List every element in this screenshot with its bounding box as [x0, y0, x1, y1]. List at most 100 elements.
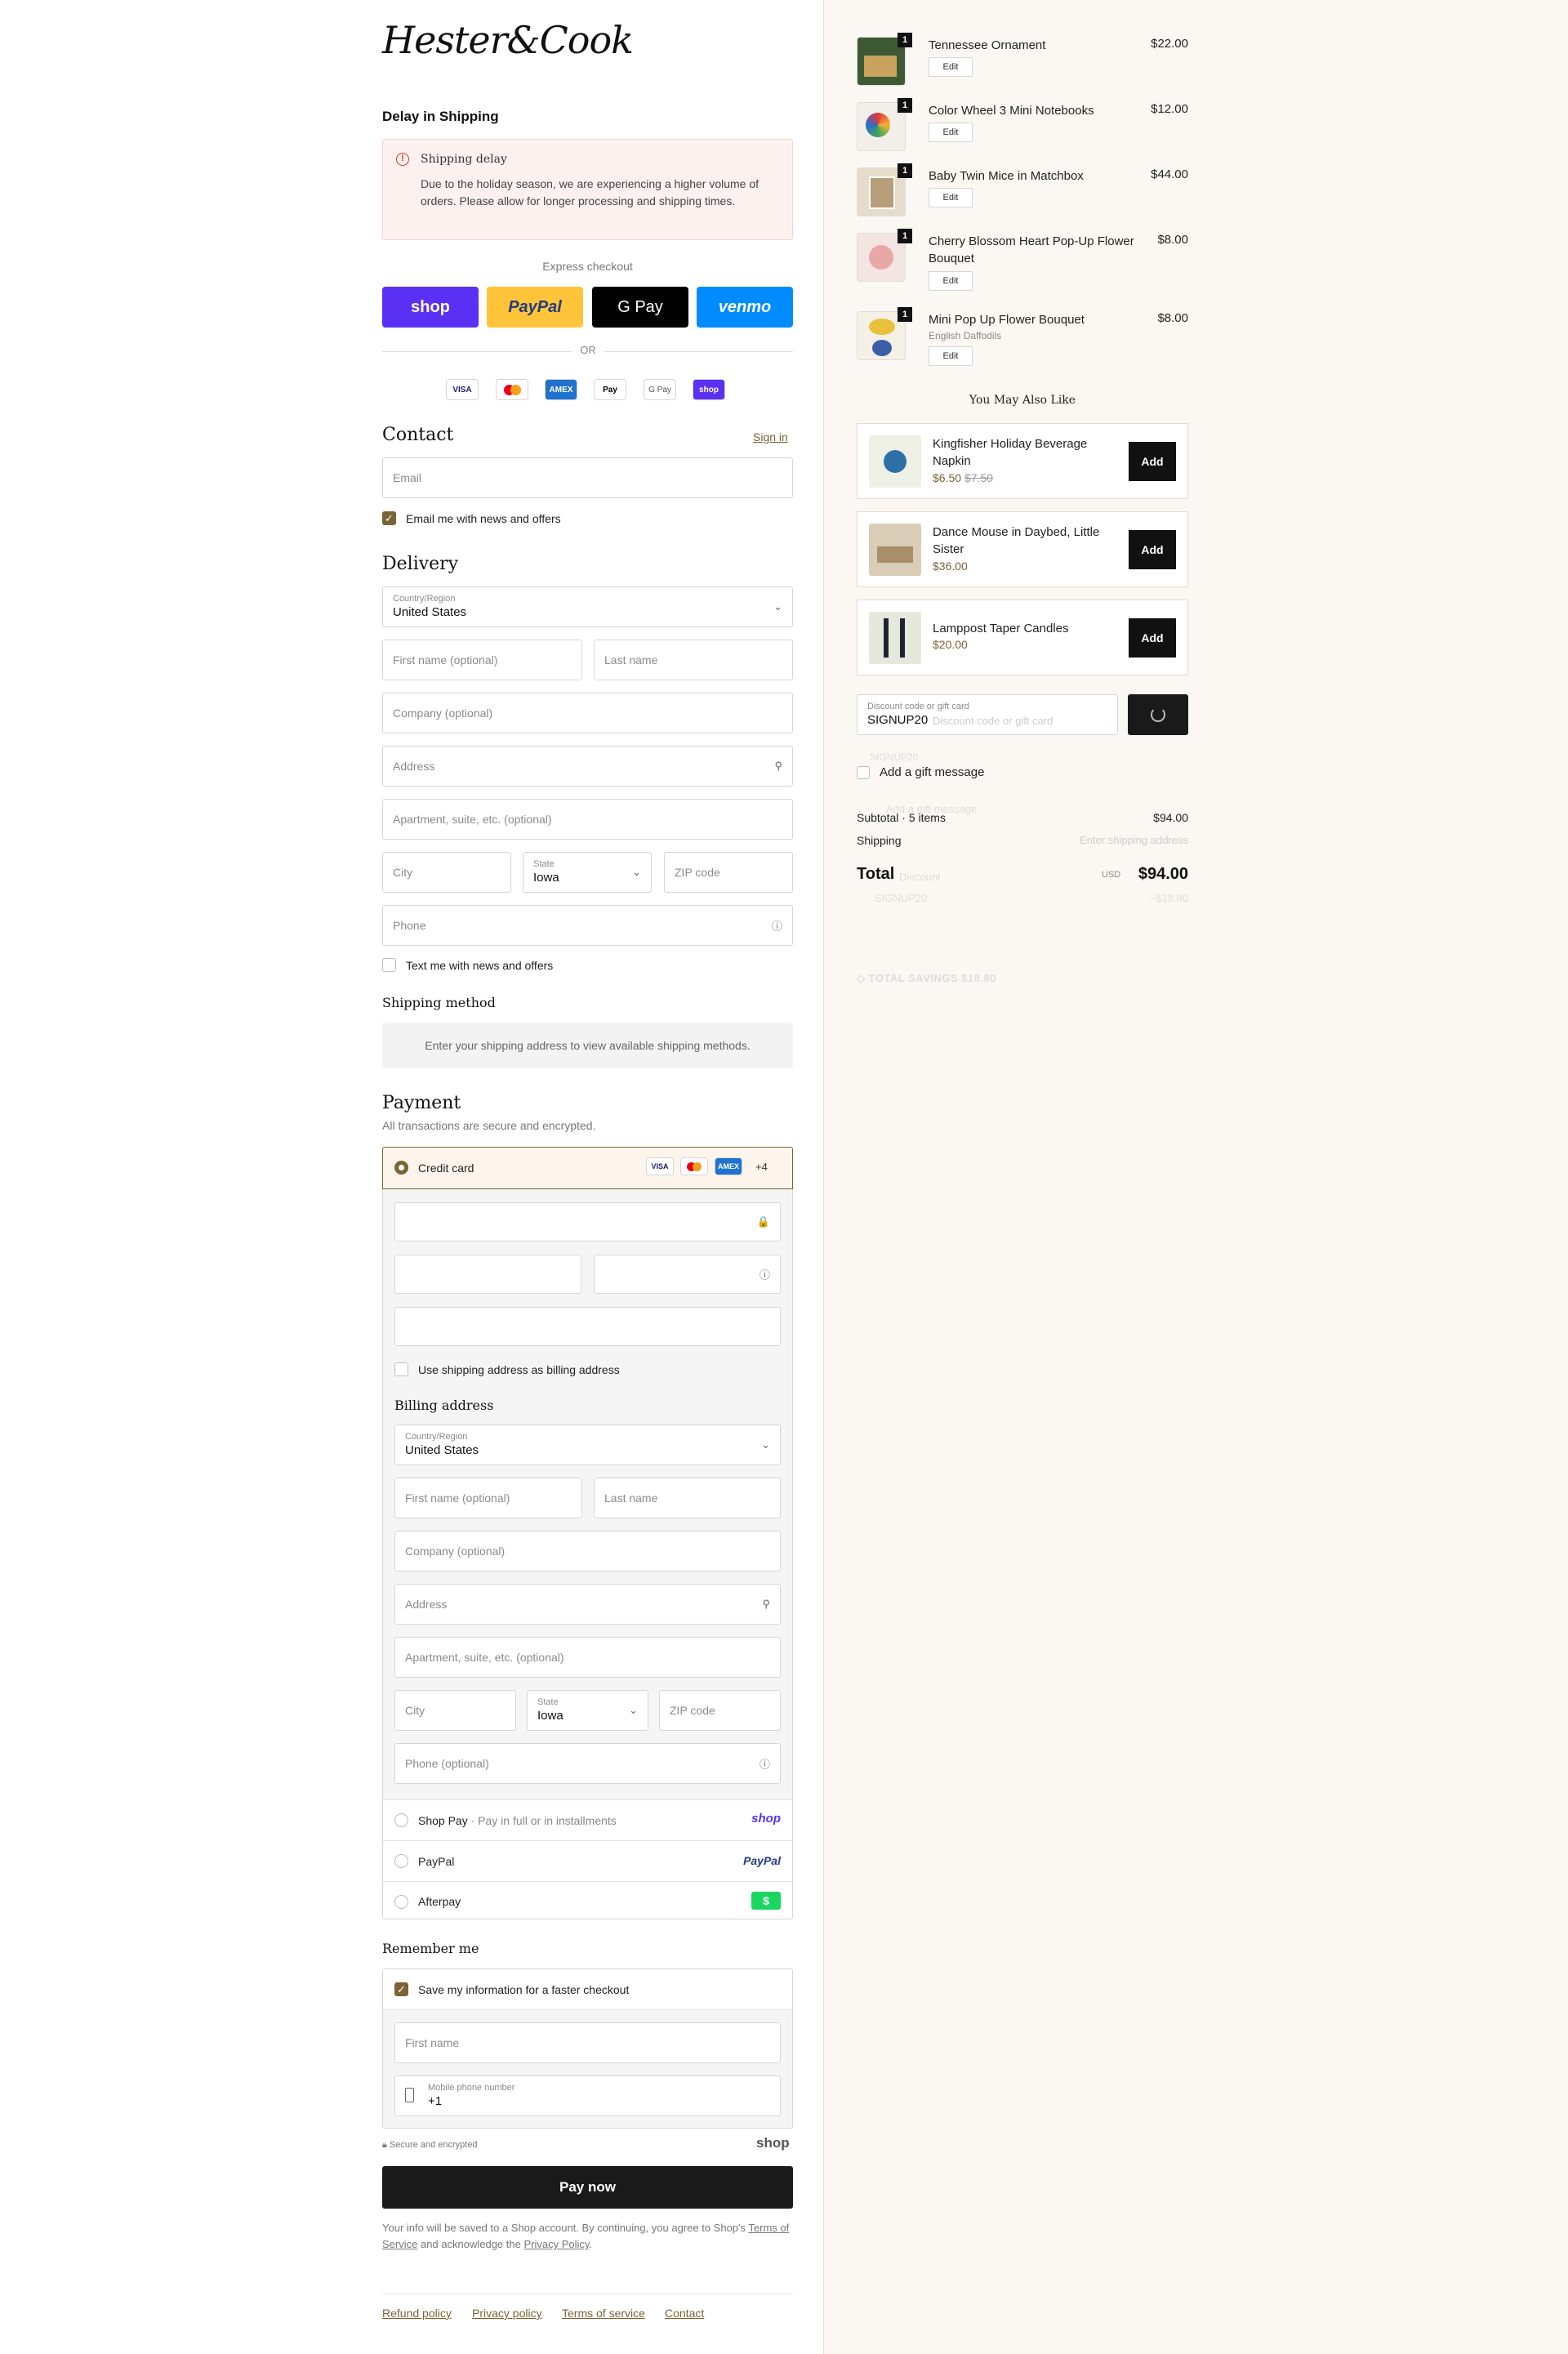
google-pay-button[interactable]: G Pay — [592, 287, 688, 328]
expiry-field[interactable] — [394, 1255, 581, 1294]
billing-apartment-field[interactable]: Apartment, suite, etc. (optional) — [394, 1637, 781, 1678]
name-on-card-field[interactable] — [394, 1307, 781, 1346]
email-field[interactable]: Email — [382, 457, 793, 498]
last-name-field[interactable]: Last name — [594, 640, 793, 680]
shipping-value: Enter shipping address — [1080, 834, 1188, 846]
afterpay-label: Afterpay — [418, 1895, 461, 1908]
privacy-link[interactable]: Privacy Policy — [523, 2238, 589, 2250]
privacy-policy-link[interactable]: Privacy policy — [472, 2307, 542, 2320]
afterpay-radio[interactable] — [394, 1895, 408, 1909]
use-shipping-checkbox[interactable] — [394, 1362, 408, 1376]
refund-policy-link[interactable]: Refund policy — [382, 2307, 452, 2320]
cart-item: 1 Tennessee Ornament $22.00 Edit — [857, 33, 1188, 98]
brand-logo[interactable]: Hester&Cook — [382, 18, 634, 62]
country-select[interactable]: Country/Region United States ⌄ — [382, 586, 793, 627]
state-select[interactable]: State Iowa ⌄ — [523, 852, 652, 893]
ghost-amount: −$18.80 — [1149, 892, 1188, 904]
visa-icon: VISA — [646, 1157, 674, 1175]
remember-first-name-field[interactable]: First name — [394, 2022, 781, 2063]
edit-button[interactable]: Edit — [929, 271, 973, 291]
first-name-field[interactable]: First name (optional) — [382, 640, 582, 680]
spinner-icon — [1151, 707, 1165, 722]
contact-link[interactable]: Contact — [665, 2307, 704, 2320]
credit-card-radio[interactable] — [394, 1161, 408, 1175]
quantity-badge: 1 — [898, 98, 912, 113]
billing-last-name-field[interactable]: Last name — [594, 1478, 781, 1518]
ghost-discount-tag: SIGNUP20 — [870, 751, 919, 763]
edit-button[interactable]: Edit — [929, 57, 973, 77]
apartment-field[interactable]: Apartment, suite, etc. (optional) — [382, 799, 793, 840]
billing-country-select[interactable]: Country/Region United States ⌄ — [394, 1424, 781, 1465]
text-me-label: Text me with news and offers — [406, 959, 554, 972]
chevron-down-icon: ⌄ — [761, 1438, 770, 1451]
discount-code-field[interactable]: Discount code or gift card SIGNUP20 Disc… — [857, 694, 1118, 735]
item-price: $44.00 — [1151, 167, 1188, 181]
order-summary-column: 1 Tennessee Ornament $22.00 Edit 1 Color… — [823, 0, 1568, 2354]
edit-button[interactable]: Edit — [929, 346, 973, 366]
paypal-radio[interactable] — [394, 1854, 408, 1868]
help-icon: ⓘ — [759, 1758, 770, 1771]
shop-pay-radio[interactable] — [394, 1813, 408, 1827]
currency-label: USD — [1102, 870, 1121, 880]
add-button[interactable]: Add — [1129, 530, 1176, 569]
gift-message-checkbox[interactable] — [857, 766, 870, 779]
mobile-phone-field[interactable]: Mobile phone number +1 — [394, 2075, 781, 2116]
paypal-button[interactable]: PayPal — [487, 287, 583, 328]
add-button[interactable]: Add — [1129, 442, 1176, 481]
remember-me-box: ✓ Save my information for a faster check… — [382, 1968, 793, 2129]
chevron-down-icon: ⌄ — [632, 866, 641, 878]
chevron-down-icon: ⌄ — [629, 1704, 638, 1716]
shop-pay-option[interactable]: Shop Pay · Pay in full or in installment… — [383, 1799, 792, 1840]
security-code-field[interactable]: ⓘ — [594, 1255, 781, 1294]
cart-item: 1 Mini Pop Up Flower Bouquet English Daf… — [857, 307, 1188, 384]
city-field[interactable]: City — [382, 852, 511, 893]
contact-title: Contact — [382, 425, 454, 445]
remember-me-title: Remember me — [382, 1941, 479, 1956]
cart-items: 1 Tennessee Ornament $22.00 Edit 1 Color… — [857, 33, 1188, 384]
more-cards-count: +4 — [755, 1161, 768, 1173]
save-info-checkbox[interactable]: ✓ — [394, 1982, 408, 1996]
afterpay-option[interactable]: Afterpay $ — [383, 1881, 792, 1920]
newsletter-checkbox[interactable]: ✓ — [382, 511, 396, 525]
billing-phone-field[interactable]: Phone (optional) ⓘ — [394, 1743, 781, 1784]
address-field[interactable]: Address ⚲ — [382, 746, 793, 787]
billing-address-field[interactable]: Address ⚲ — [394, 1584, 781, 1625]
terms-of-service-link[interactable]: Terms of service — [562, 2307, 645, 2320]
shipping-method-title: Shipping method — [382, 995, 496, 1010]
card-number-field[interactable]: 🔒 — [394, 1202, 781, 1242]
paypal-option[interactable]: PayPal PayPal — [383, 1840, 792, 1881]
shop-pay-button[interactable]: shop — [382, 287, 479, 328]
checkout-form-column: Hester&Cook Delay in Shipping ! Shipping… — [0, 0, 823, 2354]
edit-button[interactable]: Edit — [929, 123, 973, 142]
upsell-price: $6.50 $7.50 — [933, 471, 993, 484]
billing-state-select[interactable]: State Iowa ⌄ — [527, 1690, 648, 1731]
apply-discount-button[interactable] — [1128, 694, 1188, 735]
edit-button[interactable]: Edit — [929, 188, 973, 207]
shipping-delay-banner: ! Shipping delay Due to the holiday seas… — [382, 139, 793, 240]
upsell-title: You May Also Like — [969, 394, 1076, 407]
upsell-name: Kingfisher Holiday Beverage Napkin — [933, 437, 1088, 468]
credit-card-form: 🔒 ⓘ Use shipping address as billing addr… — [383, 1189, 792, 1799]
text-me-checkbox[interactable] — [382, 958, 396, 972]
billing-zip-field[interactable]: ZIP code — [659, 1690, 781, 1731]
credit-card-label: Credit card — [418, 1161, 474, 1175]
billing-company-field[interactable]: Company (optional) — [394, 1531, 781, 1572]
item-price: $22.00 — [1151, 37, 1188, 51]
shop-pay-label: Shop Pay · Pay in full or in installment… — [418, 1814, 617, 1827]
sign-in-link[interactable]: Sign in — [753, 430, 788, 444]
add-button[interactable]: Add — [1129, 618, 1176, 658]
shop-logo: shop — [756, 2135, 790, 2151]
help-icon: ⓘ — [759, 1268, 770, 1282]
zip-field[interactable]: ZIP code — [664, 852, 793, 893]
company-field[interactable]: Company (optional) — [382, 693, 793, 733]
billing-first-name-field[interactable]: First name (optional) — [394, 1478, 582, 1518]
shipping-label: Shipping — [857, 834, 902, 847]
quantity-badge: 1 — [898, 307, 912, 322]
venmo-button[interactable]: venmo — [697, 287, 793, 328]
billing-city-field[interactable]: City — [394, 1690, 516, 1731]
phone-field[interactable]: Phone ⓘ — [382, 905, 793, 946]
use-shipping-label: Use shipping address as billing address — [418, 1363, 620, 1376]
subtotal-value: $94.00 — [1153, 811, 1188, 824]
credit-card-option[interactable]: Credit card VISA AMEX +4 — [382, 1147, 793, 1189]
pay-now-button[interactable]: Pay now — [382, 2166, 793, 2209]
